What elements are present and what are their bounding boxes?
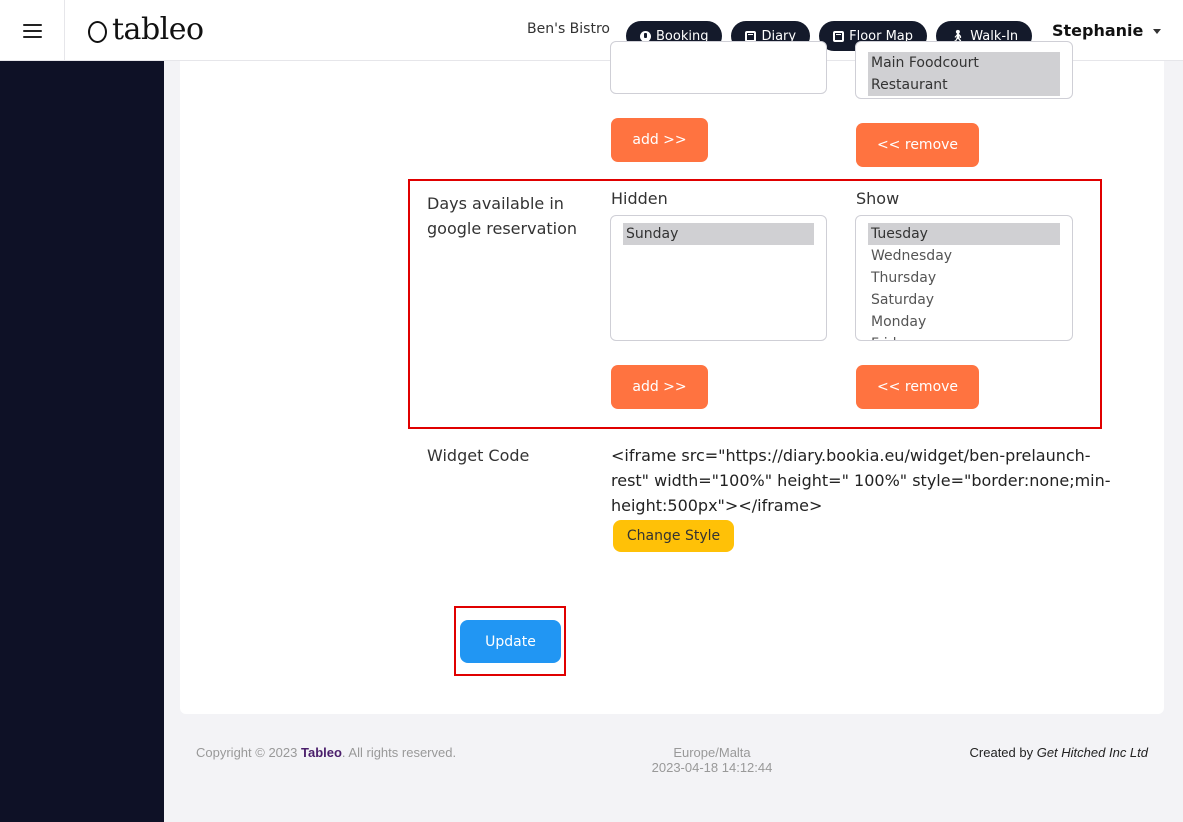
hidden-days-listbox[interactable]: Sunday	[610, 215, 827, 341]
calendar-icon	[745, 30, 757, 42]
venue-show-listbox[interactable]: Main Foodcourt Restaurant	[855, 41, 1073, 99]
days-available-label-line2: google reservation	[427, 219, 578, 238]
circle-info-icon	[640, 30, 651, 42]
list-item-sunday[interactable]: Sunday	[623, 223, 814, 245]
footer: Copyright © 2023 Tableo. All rights rese…	[180, 730, 1164, 810]
user-menu[interactable]: Stephanie	[1052, 21, 1162, 40]
days-available-label-line1: Days available in	[427, 194, 564, 213]
list-item-tuesday[interactable]: Tuesday	[868, 223, 1060, 245]
venue-add-button[interactable]: add >>	[611, 118, 708, 162]
calendar-icon	[833, 30, 845, 42]
list-item[interactable]: Main Foodcourt	[868, 52, 1060, 74]
settings-card: Main Foodcourt Restaurant add >> << remo…	[180, 41, 1164, 714]
footer-brand-link[interactable]: Tableo	[301, 745, 342, 760]
widget-code-line2: rest" width="100%" height=" 100%" style=…	[611, 471, 1111, 490]
list-item-friday[interactable]: Friday	[868, 333, 1060, 340]
list-item[interactable]: Restaurant	[868, 74, 1060, 96]
venue-hidden-listbox[interactable]	[610, 41, 827, 94]
days-remove-button[interactable]: << remove	[856, 365, 979, 409]
list-item-saturday[interactable]: Saturday	[868, 289, 1060, 311]
days-add-button[interactable]: add >>	[611, 365, 708, 409]
change-style-button[interactable]: Change Style	[613, 520, 734, 552]
logo-text: tableo	[112, 12, 204, 47]
logo-ring-icon	[88, 20, 107, 43]
update-button[interactable]: Update	[460, 620, 561, 663]
widget-code-line1: <iframe src="https://diary.bookia.eu/wid…	[611, 446, 1091, 465]
widget-code-text: <iframe src="https://diary.bookia.eu/wid…	[611, 443, 1111, 518]
chevron-down-icon	[1153, 29, 1162, 34]
hidden-heading: Hidden	[611, 189, 668, 208]
list-item-wednesday[interactable]: Wednesday	[868, 245, 1060, 267]
venue-remove-button[interactable]: << remove	[856, 123, 979, 167]
created-by-name: Get Hitched Inc Ltd	[1036, 745, 1148, 760]
venue-name: Ben's Bistro	[527, 21, 610, 37]
copyright: Copyright © 2023 Tableo. All rights rese…	[196, 745, 456, 760]
walking-person-icon: 🚶︎	[950, 28, 966, 43]
menu-toggle-button[interactable]	[0, 0, 65, 61]
created-by: Created by Get Hitched Inc Ltd	[970, 745, 1148, 760]
list-item-monday[interactable]: Monday	[868, 311, 1060, 333]
app-logo[interactable]: tableo	[88, 14, 204, 46]
show-days-listbox[interactable]: Tuesday Wednesday Thursday Saturday Mond…	[855, 215, 1073, 341]
show-heading: Show	[856, 189, 900, 208]
sidebar	[0, 61, 164, 822]
server-datetime: 2023-04-18 14:12:44	[651, 760, 773, 775]
list-item-thursday[interactable]: Thursday	[868, 267, 1060, 289]
copyright-prefix: Copyright © 2023	[196, 745, 301, 760]
user-name: Stephanie	[1052, 21, 1144, 40]
timezone-info: Europe/Malta 2023-04-18 14:12:44	[650, 745, 774, 775]
timezone: Europe/Malta	[673, 745, 751, 760]
widget-code-label: Widget Code	[427, 446, 530, 465]
hamburger-icon	[22, 23, 42, 38]
copyright-suffix: . All rights reserved.	[341, 745, 457, 760]
days-available-label: Days available in google reservation	[427, 191, 577, 241]
created-by-prefix: Created by	[969, 745, 1037, 760]
widget-code-line3: height:500px"></iframe>	[611, 496, 823, 515]
